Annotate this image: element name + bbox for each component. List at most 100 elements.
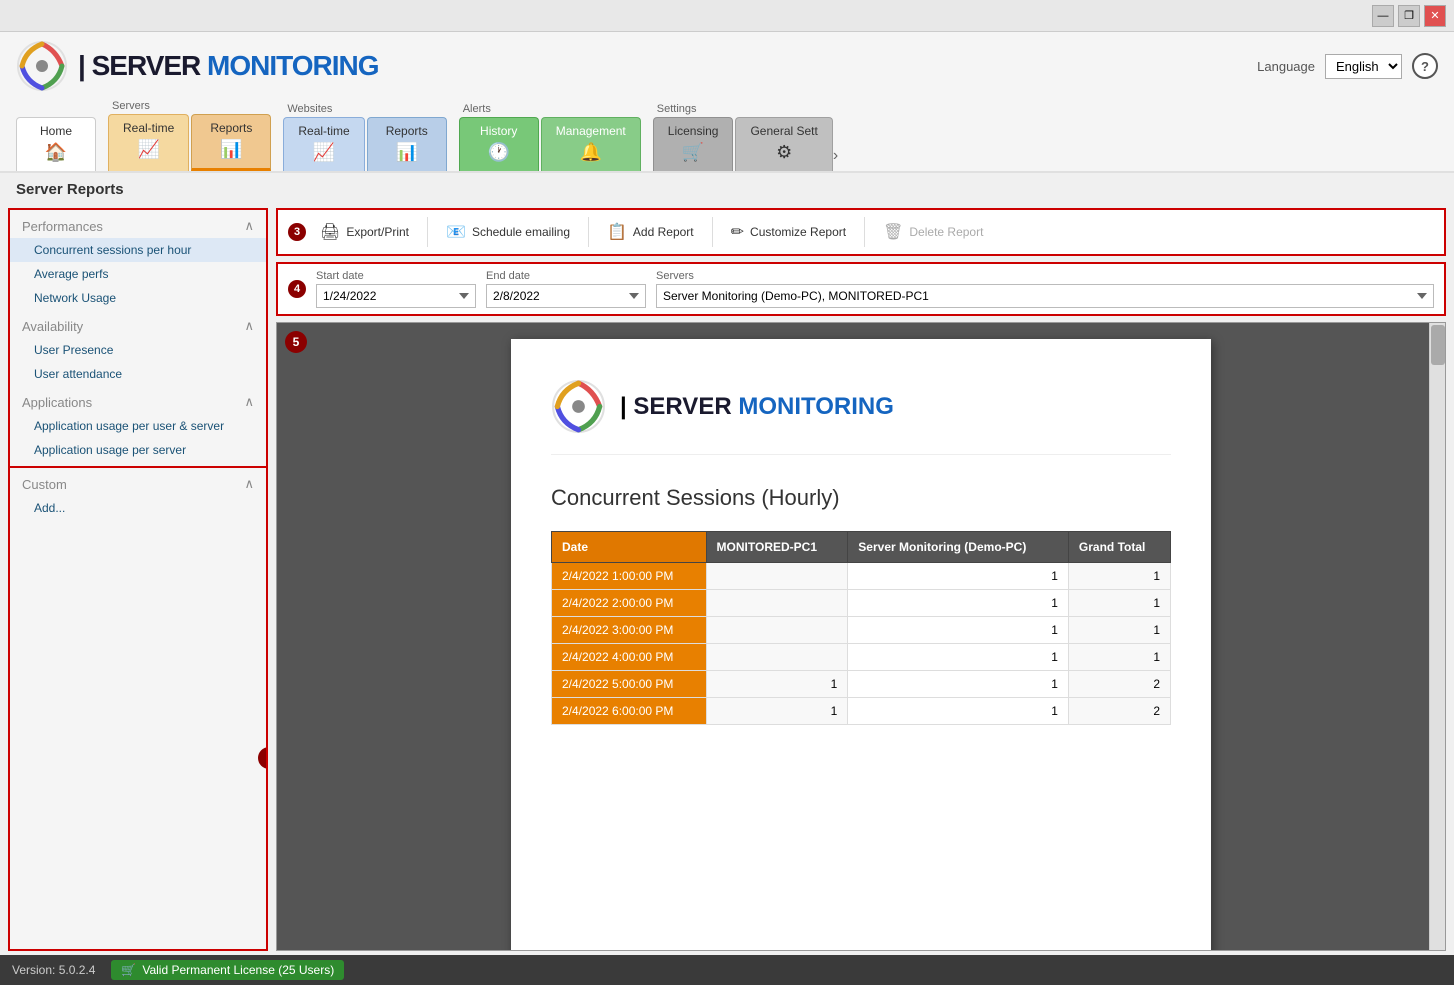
- toolbar: 3 🖨 Export/Print 📧 Schedule emailing 📋 A…: [276, 208, 1446, 256]
- license-badge: 🛒 Valid Permanent License (25 Users): [111, 960, 344, 980]
- settings-group-label: Settings: [653, 103, 697, 115]
- table-cell-demo-pc: 1: [848, 671, 1069, 698]
- tab-alerts-history[interactable]: History 🕐: [459, 117, 539, 171]
- nav-tabs-area: Home 🏠 Servers Real-time 📈 Reports 📊 Web…: [16, 100, 1438, 171]
- col-header-date: Date: [552, 532, 707, 563]
- close-button[interactable]: ✕: [1424, 5, 1446, 27]
- table-cell-monitored-pc1: 1: [706, 698, 848, 725]
- sidebar-item-app-usage-server[interactable]: Application usage per server: [10, 438, 266, 462]
- table-cell-date: 2/4/2022 4:00:00 PM: [552, 644, 707, 671]
- minimize-button[interactable]: —: [1372, 5, 1394, 27]
- tab-settings-general[interactable]: General Sett ⚙: [735, 117, 832, 171]
- toolbar-sep-4: [864, 217, 865, 247]
- table-cell-monitored-pc1: [706, 617, 848, 644]
- logo-area: | SERVER MONITORING: [16, 40, 379, 92]
- tab-websites-realtime[interactable]: Real-time 📈: [283, 117, 364, 171]
- table-cell-grand-total: 1: [1068, 563, 1170, 590]
- tab-websites-reports[interactable]: Reports 📊: [367, 117, 447, 171]
- tab-home[interactable]: Home 🏠: [16, 117, 96, 171]
- sidebar-custom-section: Custom ∧ Add...: [10, 466, 266, 949]
- filter-bar: 4 Start date 1/24/2022 End date 2/8/2022…: [276, 262, 1446, 316]
- table-cell-date: 2/4/2022 5:00:00 PM: [552, 671, 707, 698]
- home-icon: 🏠: [45, 142, 67, 163]
- table-cell-grand-total: 1: [1068, 644, 1170, 671]
- table-cell-demo-pc: 1: [848, 698, 1069, 725]
- tab-settings-licensing[interactable]: Licensing 🛒: [653, 117, 734, 171]
- table-cell-date: 2/4/2022 2:00:00 PM: [552, 590, 707, 617]
- add-report-button[interactable]: 📋 Add Report: [597, 216, 704, 248]
- start-date-field: Start date 1/24/2022: [316, 270, 476, 308]
- content-area: Performances ∧ Concurrent sessions per h…: [0, 204, 1454, 955]
- restore-button[interactable]: ❐: [1398, 5, 1420, 27]
- sidebar-item-network-usage[interactable]: Network Usage: [10, 286, 266, 310]
- end-date-field: End date 2/8/2022: [486, 270, 646, 308]
- tab-alerts-management[interactable]: Management 🔔: [541, 117, 641, 171]
- websites-reports-icon: 📊: [396, 142, 418, 163]
- sidebar-custom-header: Custom ∧: [10, 468, 266, 496]
- title-bar: — ❐ ✕: [0, 0, 1454, 32]
- end-date-select[interactable]: 2/8/2022: [486, 284, 646, 308]
- page-title: Server Reports: [0, 173, 1454, 204]
- sidebar-item-user-attendance[interactable]: User attendance: [10, 362, 266, 386]
- customize-report-button[interactable]: ✏ Customize Report: [721, 216, 856, 248]
- availability-collapse-icon[interactable]: ∧: [244, 318, 254, 334]
- help-button[interactable]: ?: [1412, 53, 1438, 79]
- servers-field: Servers Server Monitoring (Demo-PC), MON…: [656, 270, 1434, 308]
- col-header-demo-pc: Server Monitoring (Demo-PC): [848, 532, 1069, 563]
- sidebar-item-app-usage-user-server[interactable]: Application usage per user & server: [10, 414, 266, 438]
- sidebar: Performances ∧ Concurrent sessions per h…: [8, 208, 268, 951]
- report-table: Date MONITORED-PC1 Server Monitoring (De…: [551, 531, 1171, 725]
- servers-select[interactable]: Server Monitoring (Demo-PC), MONITORED-P…: [656, 284, 1434, 308]
- table-row: 2/4/2022 1:00:00 PM11: [552, 563, 1171, 590]
- alerts-history-icon: 🕐: [488, 142, 510, 163]
- col-header-monitored-pc1: MONITORED-PC1: [706, 532, 848, 563]
- tab-servers-reports[interactable]: Reports 📊: [191, 114, 271, 171]
- badge-5: 5: [285, 331, 307, 353]
- sidebar-add-custom[interactable]: Add...: [10, 496, 266, 520]
- table-cell-date: 2/4/2022 1:00:00 PM: [552, 563, 707, 590]
- toolbar-sep-3: [712, 217, 713, 247]
- right-panel: 3 🖨 Export/Print 📧 Schedule emailing 📋 A…: [276, 208, 1446, 951]
- scroll-thumb[interactable]: [1431, 325, 1445, 365]
- table-cell-monitored-pc1: [706, 590, 848, 617]
- table-cell-monitored-pc1: 1: [706, 671, 848, 698]
- export-print-button[interactable]: 🖨 Export/Print: [310, 216, 419, 248]
- table-cell-grand-total: 2: [1068, 698, 1170, 725]
- report-preview: 5 | SERVER MONITORING: [276, 322, 1446, 951]
- websites-group-label: Websites: [283, 103, 332, 115]
- table-cell-monitored-pc1: [706, 563, 848, 590]
- nav-more-button[interactable]: ›: [833, 147, 838, 165]
- window-controls: — ❐ ✕: [1372, 5, 1446, 27]
- sidebar-item-concurrent-sessions[interactable]: Concurrent sessions per hour: [10, 238, 266, 262]
- custom-collapse-icon[interactable]: ∧: [244, 476, 254, 492]
- servers-reports-icon: 📊: [220, 139, 242, 160]
- table-cell-demo-pc: 1: [848, 644, 1069, 671]
- applications-collapse-icon[interactable]: ∧: [244, 394, 254, 410]
- logo-text: | SERVER MONITORING: [78, 50, 379, 82]
- report-title: Concurrent Sessions (Hourly): [551, 485, 1171, 511]
- language-label: Language: [1257, 59, 1315, 74]
- alerts-group-label: Alerts: [459, 103, 491, 115]
- table-row: 2/4/2022 5:00:00 PM112: [552, 671, 1171, 698]
- alerts-management-icon: 🔔: [580, 142, 602, 163]
- add-report-icon: 📋: [607, 222, 627, 242]
- tab-servers-realtime[interactable]: Real-time 📈: [108, 114, 189, 171]
- col-header-grand-total: Grand Total: [1068, 532, 1170, 563]
- delete-icon: 🗑: [883, 222, 903, 242]
- table-cell-date: 2/4/2022 3:00:00 PM: [552, 617, 707, 644]
- table-cell-grand-total: 1: [1068, 590, 1170, 617]
- toolbar-sep-1: [427, 217, 428, 247]
- language-select[interactable]: English: [1325, 54, 1402, 79]
- sidebar-availability-header: Availability ∧: [10, 310, 266, 338]
- status-bar: Version: 5.0.2.4 🛒 Valid Permanent Licen…: [0, 955, 1454, 985]
- header-top: | SERVER MONITORING Language English ?: [16, 40, 1438, 100]
- toolbar-sep-2: [588, 217, 589, 247]
- delete-report-button[interactable]: 🗑 Delete Report: [873, 216, 993, 248]
- sidebar-performances-header: Performances ∧: [10, 210, 266, 238]
- performances-collapse-icon[interactable]: ∧: [244, 218, 254, 234]
- scrollbar[interactable]: [1429, 323, 1445, 950]
- sidebar-item-average-perfs[interactable]: Average perfs: [10, 262, 266, 286]
- start-date-select[interactable]: 1/24/2022: [316, 284, 476, 308]
- sidebar-item-user-presence[interactable]: User Presence: [10, 338, 266, 362]
- schedule-emailing-button[interactable]: 📧 Schedule emailing: [436, 216, 580, 248]
